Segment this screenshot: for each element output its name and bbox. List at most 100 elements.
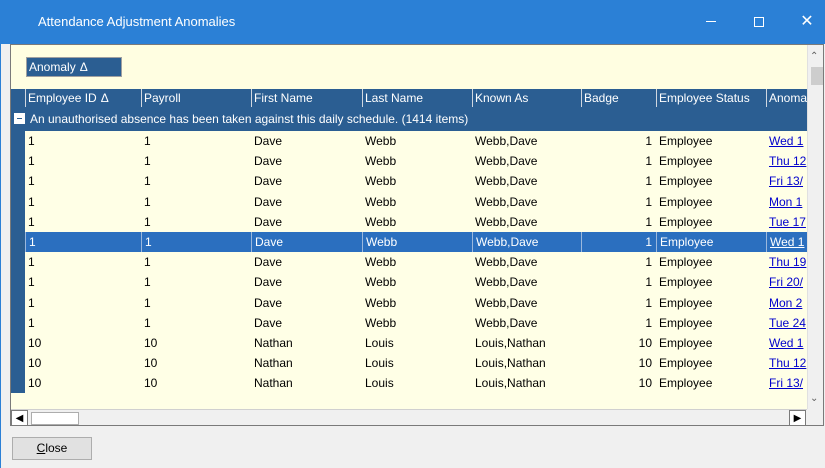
cell-first-name: Dave (251, 231, 362, 253)
horizontal-scrollbar[interactable]: ◀ ▶ (11, 409, 807, 425)
table-row[interactable]: 1 1 Dave Webb Webb,Dave 1 Employee Tue 17 (11, 211, 807, 232)
sort-ascending-icon: Δ (79, 60, 88, 74)
row-indent (11, 171, 25, 192)
cell-first-name: Nathan (254, 335, 293, 350)
cell-anomaly-link[interactable]: Wed 1 (766, 333, 807, 353)
scroll-down-icon[interactable]: ⌄ (810, 393, 818, 404)
table-row[interactable]: 1 1 Dave Webb Webb,Dave 1 Employee Thu 19 (11, 252, 807, 273)
cell-last-name: Webb (365, 194, 397, 209)
table-row[interactable]: 1 1 Dave Webb Webb,Dave 1 Employee Tue 24 (11, 312, 807, 333)
cell-employee-id: 10 (28, 356, 42, 371)
group-row[interactable]: An unauthorised absence has been taken a… (11, 107, 807, 131)
table-row[interactable]: 10 10 Nathan Louis Louis,Nathan 10 Employee Thu… (11, 353, 807, 374)
cell-anomaly-link[interactable]: Wed 1 (766, 131, 807, 151)
vertical-scroll-thumb[interactable] (811, 67, 823, 85)
cell-anomaly-link[interactable]: Tue 17 (766, 212, 807, 232)
collapse-icon[interactable] (14, 113, 25, 124)
cell-anomaly-link[interactable]: Fri 13/ (766, 373, 807, 393)
cell-employee-status: Employee (659, 335, 713, 350)
cell-employee-status: Employee (659, 194, 713, 209)
row-indent (11, 272, 25, 293)
column-header-payroll[interactable]: Payroll (141, 89, 251, 107)
column-header-badge[interactable]: Badge (581, 89, 656, 107)
table-row[interactable]: 1 1 Dave Webb Webb,Dave 1 Employee Mon 1 (11, 191, 807, 212)
table-row[interactable]: 1 1 Dave Webb Webb,Dave 1 Employee Fri 20/ (11, 272, 807, 293)
anomalies-grid[interactable]: Anomaly Δ Employee ID Δ Payroll First Name… (10, 44, 824, 426)
cell-last-name: Webb (365, 295, 397, 310)
scroll-left-icon[interactable]: ◀ (11, 410, 28, 425)
group-row-label: An unauthorised absence has been taken a… (30, 112, 469, 126)
maximize-icon (754, 16, 764, 27)
cell-anomaly-link[interactable]: Tue 24 (766, 313, 807, 333)
cell-badge: 10 (638, 356, 652, 371)
cell-known-as: Louis,Nathan (475, 356, 546, 371)
cell-employee-id: 1 (28, 295, 35, 310)
column-header-last-name[interactable]: Last Name (362, 89, 472, 107)
cell-badge: 1 (645, 214, 652, 229)
cell-employee-status: Employee (659, 154, 713, 169)
table-row[interactable]: 10 10 Nathan Louis Louis,Nathan 10 Employee Fri… (11, 373, 807, 394)
cell-known-as: Webb,Dave (475, 275, 538, 290)
cell-anomaly-link[interactable]: Fri 13/ (766, 171, 807, 191)
cell-badge: 1 (645, 275, 652, 290)
cell-anomaly-link[interactable]: Thu 12 (766, 151, 807, 171)
table-row[interactable]: 1 1 Dave Webb Webb,Dave 1 Employee Thu 12 (11, 151, 807, 172)
cell-payroll: 10 (144, 376, 158, 391)
cell-employee-status: Employee (659, 134, 713, 148)
vertical-scrollbar[interactable]: ⌃ ⌄ (807, 45, 823, 409)
cell-badge: 10 (638, 376, 652, 391)
cell-payroll: 10 (144, 356, 158, 371)
group-by-panel: Anomaly Δ (11, 45, 807, 89)
table-row[interactable]: 1 1 Dave Webb Webb,Dave 1 Employee Fri 13/ (11, 171, 807, 192)
cell-anomaly-link[interactable]: Wed 1 (766, 231, 807, 253)
column-header-anomaly[interactable]: Anoma (766, 89, 807, 107)
column-header: Employee ID Δ Payroll First Name Last Nam… (11, 89, 807, 107)
column-header-first-name[interactable]: First Name (251, 89, 362, 107)
row-indent (11, 191, 25, 212)
cell-employee-id: 10 (28, 335, 42, 350)
cell-anomaly-link[interactable]: Mon 2 (766, 293, 807, 313)
column-header-employee-status[interactable]: Employee Status (656, 89, 766, 107)
cell-payroll: 1 (144, 134, 151, 148)
table-row[interactable]: 1 1 Dave Webb Webb,Dave 1 Employee Wed 1 (11, 231, 807, 253)
cell-known-as: Webb,Dave (475, 315, 538, 330)
cell-first-name: Nathan (254, 356, 293, 371)
cell-last-name: Louis (365, 376, 394, 391)
cell-anomaly-link[interactable]: Mon 1 (766, 192, 807, 212)
column-header-known-as[interactable]: Known As (472, 89, 581, 107)
scroll-right-icon[interactable]: ▶ (789, 410, 806, 425)
scroll-up-icon[interactable]: ⌃ (810, 51, 818, 62)
cell-payroll: 1 (144, 275, 151, 290)
close-button[interactable]: Close (12, 437, 92, 460)
close-icon: ✕ (800, 13, 814, 30)
cell-employee-id: 10 (28, 376, 42, 391)
horizontal-scroll-thumb[interactable] (31, 412, 79, 425)
table-row[interactable]: 1 1 Dave Webb Webb,Dave 1 Employee Wed 1 (11, 131, 807, 152)
cell-known-as: Webb,Dave (472, 231, 581, 253)
cell-anomaly-link[interactable]: Thu 12 (766, 353, 807, 373)
cell-anomaly-link[interactable]: Thu 19 (766, 252, 807, 272)
cell-employee-id: 1 (28, 214, 35, 229)
cell-payroll: 1 (144, 214, 151, 229)
cell-known-as: Louis,Nathan (475, 335, 546, 350)
group-by-chip-anomaly[interactable]: Anomaly Δ (26, 57, 122, 77)
column-header-employee-id[interactable]: Employee ID Δ (25, 89, 141, 107)
minimize-icon (706, 21, 716, 23)
cell-payroll: 1 (144, 174, 151, 189)
cell-anomaly-link[interactable]: Fri 20/ (766, 272, 807, 292)
cell-first-name: Nathan (254, 376, 293, 391)
cell-known-as: Webb,Dave (475, 214, 538, 229)
cell-first-name: Dave (254, 154, 283, 169)
cell-badge: 1 (645, 295, 652, 310)
cell-last-name: Webb (365, 174, 397, 189)
maximize-button[interactable] (736, 0, 782, 44)
cell-payroll: 10 (144, 335, 158, 350)
table-row[interactable]: 1 1 Dave Webb Webb,Dave 1 Employee Mon 2 (11, 292, 807, 313)
cell-employee-status: Employee (659, 376, 713, 391)
minimize-button[interactable] (688, 0, 734, 44)
close-window-button[interactable]: ✕ (784, 0, 825, 44)
table-row[interactable]: 10 10 Nathan Louis Louis,Nathan 10 Employee Wed… (11, 332, 807, 354)
row-indent (11, 231, 25, 253)
cell-known-as: Webb,Dave (475, 154, 538, 169)
sort-ascending-icon: Δ (100, 91, 109, 105)
